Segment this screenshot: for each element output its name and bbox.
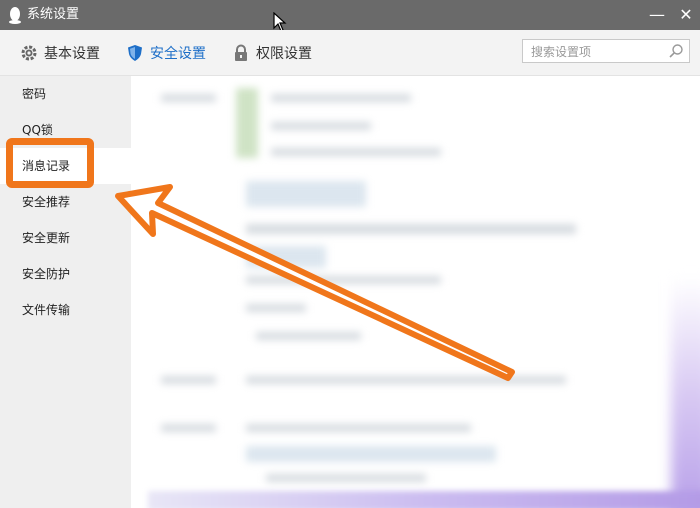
decorative-glow [148,491,700,508]
qq-penguin-icon [9,7,21,24]
window-title: 系统设置 [27,7,80,22]
sidebar-item-security-protection[interactable]: 安全防护 [0,256,131,292]
tab-label: 权限设置 [256,45,312,62]
minimize-button[interactable]: — [644,3,670,27]
settings-toolbar: 基本设置 安全设置 权限设置 [0,30,700,76]
mouse-cursor-icon [273,12,287,32]
tab-basic-settings[interactable]: 基本设置 [20,30,100,75]
blurred-settings-panel [131,76,700,508]
lock-icon [235,44,247,61]
search-box[interactable] [522,39,690,63]
search-icon[interactable] [668,43,684,59]
blurred-content [131,76,700,508]
decorative-glow [671,276,700,508]
highlight-box [6,138,94,188]
gear-icon [21,45,37,60]
tab-label: 安全设置 [150,45,206,62]
shield-icon [128,44,142,61]
tab-security-settings[interactable]: 安全设置 [126,30,206,75]
sidebar-item-security-update[interactable]: 安全更新 [0,220,131,256]
sidebar-item-file-transfer[interactable]: 文件传输 [0,292,131,328]
sidebar-item-password[interactable]: 密码 [0,76,131,112]
search-input[interactable] [529,42,663,62]
tab-permission-settings[interactable]: 权限设置 [232,30,312,75]
tab-label: 基本设置 [44,45,100,62]
close-button[interactable]: ✕ [673,3,699,27]
title-bar: 系统设置 — ✕ [0,0,700,30]
sidebar-item-security-recommend[interactable]: 安全推荐 [0,184,131,220]
